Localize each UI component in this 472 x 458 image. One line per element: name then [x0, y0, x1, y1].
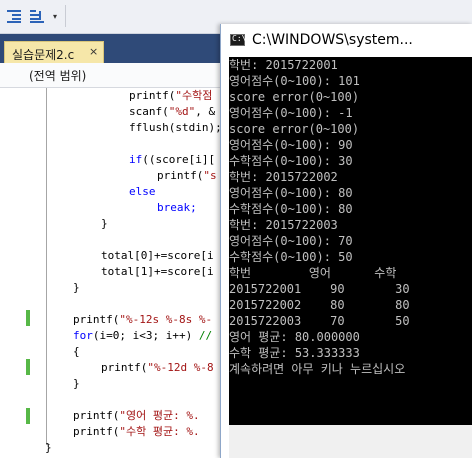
- console-output: 학번: 2015722001 영어점수(0~100): 101 score er…: [229, 57, 472, 425]
- code-line: printf("수학 평균: %.: [73, 425, 200, 438]
- console-line: 학번 영어 수학: [229, 266, 397, 280]
- console-icon: C:\: [230, 34, 246, 46]
- change-marker: [26, 359, 30, 375]
- close-icon[interactable]: ×: [89, 45, 98, 58]
- code-line: break;: [157, 201, 197, 214]
- console-title: C:\WINDOWS\system...: [252, 32, 413, 48]
- console-line: 영어점수(0~100): -1: [229, 106, 353, 120]
- console-bottom-frame: [229, 440, 472, 458]
- change-margin: [26, 88, 29, 458]
- console-line: 학번: 2015722003: [229, 218, 338, 232]
- code-line: }: [45, 441, 52, 454]
- code-line: if((score[i][: [129, 153, 216, 166]
- scope-label: (전역 범위): [29, 69, 87, 83]
- code-line: {: [73, 345, 80, 358]
- console-titlebar[interactable]: C:\ C:\WINDOWS\system...: [221, 24, 472, 57]
- code-line: }: [73, 377, 80, 390]
- console-line: score error(0~100): [229, 122, 360, 136]
- code-line: printf("영어 평균: %.: [73, 409, 200, 422]
- console-line: score error(0~100): [229, 90, 360, 104]
- console-line: 수학점수(0~100): 80: [229, 202, 353, 216]
- code-line: printf("%-12d %-8: [101, 361, 214, 374]
- change-marker: [26, 408, 30, 424]
- code-line: total[1]+=score[i: [101, 265, 214, 278]
- code-line: printf("수학점: [129, 89, 213, 102]
- code-line: else: [129, 185, 156, 198]
- fold-guide: [46, 88, 47, 445]
- console-line: 수학점수(0~100): 30: [229, 154, 353, 168]
- console-line: 영어점수(0~100): 101: [229, 74, 360, 88]
- console-line: 2015722001 90 30: [229, 282, 410, 296]
- tab-label: 실습문제2.c: [12, 48, 75, 62]
- code-line: for(i=0; i<3; i++) //: [73, 329, 213, 342]
- console-line: 계속하려면 아무 키나 누르십시오: [229, 362, 406, 376]
- code-line: printf("%-12s %-8s %-: [73, 313, 213, 326]
- change-marker: [26, 310, 30, 326]
- console-line: 영어점수(0~100): 70: [229, 234, 353, 248]
- code-line: fflush(stdin);: [129, 121, 222, 134]
- console-line: 학번: 2015722001: [229, 58, 338, 72]
- console-line: 2015722002 80 80: [229, 298, 410, 312]
- code-line: total[0]+=score[i: [101, 249, 214, 262]
- console-line: 학번: 2015722002: [229, 170, 338, 184]
- tab-file[interactable]: 실습문제2.c ×: [4, 41, 104, 63]
- code-line: }: [73, 281, 80, 294]
- toolbar-separator: [65, 5, 66, 27]
- console-line: 영어점수(0~100): 80: [229, 186, 353, 200]
- code-line: scanf("%d", &: [129, 105, 216, 118]
- horizontal-scrollbar[interactable]: [229, 425, 472, 440]
- chevron-down-icon[interactable]: ▾: [53, 12, 60, 22]
- outdent-icon[interactable]: [30, 9, 44, 23]
- code-line: printf("s: [157, 169, 217, 182]
- console-line: 2015722003 70 50: [229, 314, 410, 328]
- console-line: 수학 평균: 53.333333: [229, 346, 360, 360]
- console-line: 영어점수(0~100): 90: [229, 138, 353, 152]
- code-line: }: [101, 217, 108, 230]
- console-line: 수학점수(0~100): 50: [229, 250, 353, 264]
- console-line: 영어 평균: 80.000000: [229, 330, 360, 344]
- console-window[interactable]: C:\ C:\WINDOWS\system... 학번: 2015722001 …: [220, 24, 472, 458]
- indent-icon[interactable]: [7, 9, 21, 23]
